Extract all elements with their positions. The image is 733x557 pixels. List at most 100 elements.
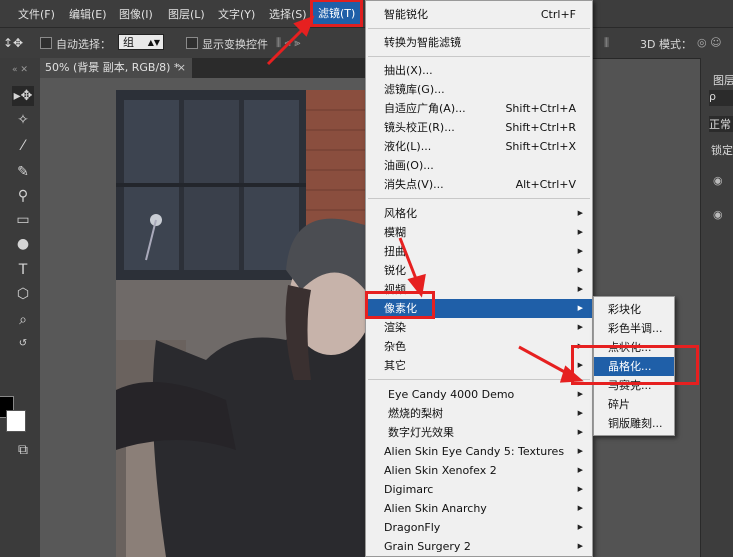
stamp-icon[interactable]: ⚲ (12, 186, 34, 206)
auto-select-dropdown[interactable]: 组 ▲▼ (118, 34, 164, 50)
submenu-item-pointillize[interactable]: 点状化... (594, 338, 674, 357)
shape-tool-icon[interactable]: ⬡ (12, 284, 34, 304)
background-color-swatch[interactable] (6, 410, 26, 432)
submenu-arrow-icon: ▶ (577, 247, 583, 255)
menu-item-eye-candy-4000[interactable]: Eye Candy 4000 Demo ▶ (366, 385, 592, 404)
document-tab[interactable]: 50% (背景 副本, RGB/8) * × (40, 58, 192, 78)
zoom-icon[interactable]: ⌕ (12, 310, 34, 330)
menu-layer[interactable]: 图层(L) (168, 6, 205, 22)
menu-item-label: 其它 (384, 359, 406, 372)
document-tab-strip: 50% (背景 副本, RGB/8) * × (40, 58, 365, 78)
distribute-icon[interactable]: ⫼ (604, 36, 609, 50)
blur-icon[interactable]: ● (12, 234, 34, 254)
menu-item-label: DragonFly (384, 521, 441, 534)
submenu-item-facet[interactable]: 彩块化 (594, 300, 674, 319)
menu-image[interactable]: 图像(I) (119, 6, 153, 22)
swap-colors-icon[interactable]: ↺ (12, 334, 34, 354)
menu-item-label: 液化(L)... (384, 140, 432, 153)
menu-item-anarchy[interactable]: Alien Skin Anarchy ▶ (366, 499, 592, 518)
menu-item-burning-pear-tree[interactable]: 燃烧的梨树 ▶ (366, 404, 592, 423)
menu-item-eye-candy-5-textures[interactable]: Alien Skin Eye Candy 5: Textures ▶ (366, 442, 592, 461)
screen-mode-icon[interactable]: ⧉ (12, 440, 34, 460)
menu-item-xenofex-2[interactable]: Alien Skin Xenofex 2 ▶ (366, 461, 592, 480)
menu-item-convert-smart-filter[interactable]: 转换为智能滤镜 (366, 33, 592, 52)
move-tool-icon[interactable]: ↕✥ (3, 36, 23, 50)
photo-canvas[interactable] (116, 90, 365, 557)
menu-item-dragonfly[interactable]: DragonFly ▶ (366, 518, 592, 537)
menu-type[interactable]: 文字(Y) (218, 6, 255, 22)
align-icons[interactable]: ⫼ ⫷ ⫸ (276, 36, 300, 50)
auto-select-checkbox[interactable] (40, 37, 52, 49)
menu-item-distort[interactable]: 扭曲 ▶ (366, 242, 592, 261)
menu-item-blur[interactable]: 模糊 ▶ (366, 223, 592, 242)
type-tool-icon[interactable]: T (12, 260, 34, 280)
menu-item-grain-surgery-2[interactable]: Grain Surgery 2 ▶ (366, 537, 592, 556)
brush-icon[interactable]: ✎ (12, 162, 34, 182)
menu-item-stylize[interactable]: 风格化 ▶ (366, 204, 592, 223)
menu-item-render[interactable]: 渲染 ▶ (366, 318, 592, 337)
menu-item-shortcut: Shift+Ctrl+X (505, 140, 576, 153)
3d-mode-label: 3D 模式： (640, 38, 692, 51)
menu-item-liquify[interactable]: 液化(L)... Shift+Ctrl+X (366, 137, 592, 156)
submenu-item-mosaic[interactable]: 马赛克... (594, 376, 674, 395)
menu-item-label: Grain Surgery 2 (384, 540, 471, 553)
menu-item-pixelate[interactable]: 像素化 ▶ (366, 299, 592, 318)
menu-item-noise[interactable]: 杂色 ▶ (366, 337, 592, 356)
submenu-arrow-icon: ▶ (577, 447, 583, 455)
menu-item-label: 风格化 (384, 207, 417, 220)
submenu-arrow-icon: ▶ (577, 323, 583, 331)
submenu-item-label: 碎片 (608, 398, 630, 411)
menu-select[interactable]: 选择(S) (269, 6, 307, 22)
auto-select-value: 组 (123, 36, 134, 49)
menu-separator (368, 56, 590, 57)
eraser-icon[interactable]: ▭ (12, 210, 34, 230)
menu-item-vanishing-point[interactable]: 消失点(V)... Alt+Ctrl+V (366, 175, 592, 194)
menu-item-label: Alien Skin Xenofex 2 (384, 464, 497, 477)
menu-item-label: 镜头校正(R)... (384, 121, 455, 134)
visibility-eye-icon[interactable]: ◉ (713, 174, 723, 187)
show-transform-checkbox[interactable] (186, 37, 198, 49)
submenu-arrow-icon: ▶ (577, 390, 583, 398)
menu-item-other[interactable]: 其它 ▶ (366, 356, 592, 375)
blend-mode-dropdown[interactable]: 正常 (709, 116, 733, 132)
menu-item-label: 模糊 (384, 226, 406, 239)
submenu-item-color-halftone[interactable]: 彩色半调... (594, 319, 674, 338)
pixelate-submenu: 彩块化 彩色半调... 点状化... 晶格化... 马赛克... 碎片 铜版雕刻… (593, 296, 675, 436)
menu-item-lens-correction[interactable]: 镜头校正(R)... Shift+Ctrl+R (366, 118, 592, 137)
menu-item-label: 锐化 (384, 264, 406, 277)
move-tool-icon[interactable]: ▸✥ (12, 86, 34, 106)
submenu-item-crystallize[interactable]: 晶格化... (594, 357, 674, 376)
menu-item-shortcut: Alt+Ctrl+V (515, 178, 576, 191)
close-icon[interactable]: × (177, 58, 186, 78)
menu-item-shortcut: Ctrl+F (540, 8, 576, 21)
submenu-arrow-icon: ▶ (577, 228, 583, 236)
eyedropper-icon[interactable]: ⁄ (12, 136, 34, 156)
submenu-arrow-icon: ▶ (577, 428, 583, 436)
submenu-arrow-icon: ▶ (577, 342, 583, 350)
menu-item-extract[interactable]: 抽出(X)... (366, 61, 592, 80)
menu-item-digimarc[interactable]: Digimarc ▶ (366, 480, 592, 499)
collapse-icon[interactable]: « ✕ (2, 60, 38, 80)
menu-item-video[interactable]: 视频 ▶ (366, 280, 592, 299)
chevron-updown-icon: ▲▼ (147, 38, 160, 47)
menu-item-digital-light-effects[interactable]: 数字灯光效果 ▶ (366, 423, 592, 442)
visibility-eye-icon[interactable]: ◉ (713, 208, 723, 221)
submenu-item-mezzotint[interactable]: 铜版雕刻... (594, 414, 674, 433)
menu-filter[interactable]: 滤镜(T) (309, 0, 364, 27)
submenu-item-label: 彩块化 (608, 303, 641, 316)
menu-item-smart-sharpen[interactable]: 智能锐化 Ctrl+F (366, 5, 592, 24)
submenu-arrow-icon: ▶ (577, 504, 583, 512)
menu-edit[interactable]: 编辑(E) (69, 6, 107, 22)
menu-file[interactable]: 文件(F) (18, 6, 55, 22)
magic-wand-icon[interactable]: ✧ (12, 110, 34, 130)
3d-rotate-icon[interactable]: ◎ ☺ (697, 36, 722, 49)
menu-item-adaptive-wide-angle[interactable]: 自适应广角(A)... Shift+Ctrl+A (366, 99, 592, 118)
toolbox: « ✕ ▸✥ ✧ ⁄ ✎ ⚲ ▭ ● T ⬡ ⌕ ↺ ⧉ (0, 58, 41, 557)
layers-panel-title[interactable]: 图层 (713, 72, 733, 88)
menu-item-filter-gallery[interactable]: 滤镜库(G)... (366, 80, 592, 99)
menu-item-oil-paint[interactable]: 油画(O)... (366, 156, 592, 175)
submenu-item-fragment[interactable]: 碎片 (594, 395, 674, 414)
menu-item-sharpen[interactable]: 锐化 ▶ (366, 261, 592, 280)
submenu-arrow-icon: ▶ (577, 409, 583, 417)
layer-search-input[interactable]: ρ (709, 90, 733, 106)
